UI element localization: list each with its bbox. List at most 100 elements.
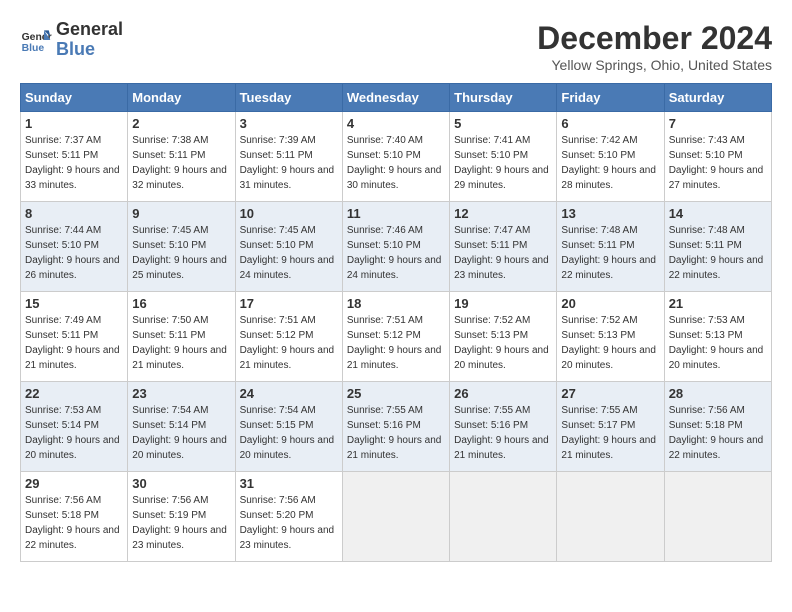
day-info: Sunrise: 7:51 AMSunset: 5:12 PMDaylight:… (240, 315, 335, 371)
day-number: 4 (347, 116, 445, 131)
day-number: 9 (132, 206, 230, 221)
day-number: 7 (669, 116, 767, 131)
table-row: 25 Sunrise: 7:55 AMSunset: 5:16 PMDaylig… (342, 382, 449, 472)
day-number: 1 (25, 116, 123, 131)
day-info: Sunrise: 7:48 AMSunset: 5:11 PMDaylight:… (669, 225, 764, 281)
table-row: 8 Sunrise: 7:44 AMSunset: 5:10 PMDayligh… (21, 202, 128, 292)
calendar-week-row: 15 Sunrise: 7:49 AMSunset: 5:11 PMDaylig… (21, 292, 772, 382)
day-info: Sunrise: 7:53 AMSunset: 5:13 PMDaylight:… (669, 315, 764, 371)
table-row: 3 Sunrise: 7:39 AMSunset: 5:11 PMDayligh… (235, 112, 342, 202)
day-info: Sunrise: 7:39 AMSunset: 5:11 PMDaylight:… (240, 135, 335, 191)
day-info: Sunrise: 7:45 AMSunset: 5:10 PMDaylight:… (132, 225, 227, 281)
day-number: 25 (347, 386, 445, 401)
table-row (450, 472, 557, 562)
table-row: 10 Sunrise: 7:45 AMSunset: 5:10 PMDaylig… (235, 202, 342, 292)
day-number: 30 (132, 476, 230, 491)
day-number: 19 (454, 296, 552, 311)
day-number: 22 (25, 386, 123, 401)
table-row: 2 Sunrise: 7:38 AMSunset: 5:11 PMDayligh… (128, 112, 235, 202)
day-number: 24 (240, 386, 338, 401)
table-row: 28 Sunrise: 7:56 AMSunset: 5:18 PMDaylig… (664, 382, 771, 472)
day-info: Sunrise: 7:48 AMSunset: 5:11 PMDaylight:… (561, 225, 656, 281)
day-number: 31 (240, 476, 338, 491)
table-row: 13 Sunrise: 7:48 AMSunset: 5:11 PMDaylig… (557, 202, 664, 292)
title-block: December 2024 Yellow Springs, Ohio, Unit… (537, 20, 772, 73)
table-row: 21 Sunrise: 7:53 AMSunset: 5:13 PMDaylig… (664, 292, 771, 382)
table-row: 18 Sunrise: 7:51 AMSunset: 5:12 PMDaylig… (342, 292, 449, 382)
day-number: 5 (454, 116, 552, 131)
day-info: Sunrise: 7:56 AMSunset: 5:18 PMDaylight:… (669, 405, 764, 461)
month-title: December 2024 (537, 20, 772, 57)
calendar-header-row: Sunday Monday Tuesday Wednesday Thursday… (21, 84, 772, 112)
table-row: 5 Sunrise: 7:41 AMSunset: 5:10 PMDayligh… (450, 112, 557, 202)
table-row: 26 Sunrise: 7:55 AMSunset: 5:16 PMDaylig… (450, 382, 557, 472)
location: Yellow Springs, Ohio, United States (537, 57, 772, 73)
day-info: Sunrise: 7:56 AMSunset: 5:20 PMDaylight:… (240, 495, 335, 551)
day-info: Sunrise: 7:56 AMSunset: 5:18 PMDaylight:… (25, 495, 120, 551)
col-friday: Friday (557, 84, 664, 112)
table-row: 4 Sunrise: 7:40 AMSunset: 5:10 PMDayligh… (342, 112, 449, 202)
table-row: 6 Sunrise: 7:42 AMSunset: 5:10 PMDayligh… (557, 112, 664, 202)
day-number: 23 (132, 386, 230, 401)
day-info: Sunrise: 7:45 AMSunset: 5:10 PMDaylight:… (240, 225, 335, 281)
day-info: Sunrise: 7:49 AMSunset: 5:11 PMDaylight:… (25, 315, 120, 371)
day-number: 10 (240, 206, 338, 221)
table-row: 17 Sunrise: 7:51 AMSunset: 5:12 PMDaylig… (235, 292, 342, 382)
calendar-week-row: 8 Sunrise: 7:44 AMSunset: 5:10 PMDayligh… (21, 202, 772, 292)
day-number: 8 (25, 206, 123, 221)
day-info: Sunrise: 7:38 AMSunset: 5:11 PMDaylight:… (132, 135, 227, 191)
day-number: 27 (561, 386, 659, 401)
calendar-week-row: 22 Sunrise: 7:53 AMSunset: 5:14 PMDaylig… (21, 382, 772, 472)
table-row: 30 Sunrise: 7:56 AMSunset: 5:19 PMDaylig… (128, 472, 235, 562)
day-number: 14 (669, 206, 767, 221)
day-info: Sunrise: 7:40 AMSunset: 5:10 PMDaylight:… (347, 135, 442, 191)
day-info: Sunrise: 7:43 AMSunset: 5:10 PMDaylight:… (669, 135, 764, 191)
day-info: Sunrise: 7:50 AMSunset: 5:11 PMDaylight:… (132, 315, 227, 371)
logo-icon: General Blue (20, 24, 52, 56)
col-tuesday: Tuesday (235, 84, 342, 112)
table-row: 9 Sunrise: 7:45 AMSunset: 5:10 PMDayligh… (128, 202, 235, 292)
day-number: 28 (669, 386, 767, 401)
logo-text: General Blue (56, 20, 123, 60)
day-number: 21 (669, 296, 767, 311)
day-number: 2 (132, 116, 230, 131)
day-number: 20 (561, 296, 659, 311)
day-info: Sunrise: 7:52 AMSunset: 5:13 PMDaylight:… (454, 315, 549, 371)
day-number: 15 (25, 296, 123, 311)
day-number: 11 (347, 206, 445, 221)
day-number: 6 (561, 116, 659, 131)
calendar-week-row: 29 Sunrise: 7:56 AMSunset: 5:18 PMDaylig… (21, 472, 772, 562)
day-info: Sunrise: 7:53 AMSunset: 5:14 PMDaylight:… (25, 405, 120, 461)
day-number: 26 (454, 386, 552, 401)
table-row: 16 Sunrise: 7:50 AMSunset: 5:11 PMDaylig… (128, 292, 235, 382)
day-number: 29 (25, 476, 123, 491)
table-row: 23 Sunrise: 7:54 AMSunset: 5:14 PMDaylig… (128, 382, 235, 472)
day-info: Sunrise: 7:42 AMSunset: 5:10 PMDaylight:… (561, 135, 656, 191)
day-info: Sunrise: 7:51 AMSunset: 5:12 PMDaylight:… (347, 315, 442, 371)
table-row: 19 Sunrise: 7:52 AMSunset: 5:13 PMDaylig… (450, 292, 557, 382)
day-info: Sunrise: 7:54 AMSunset: 5:15 PMDaylight:… (240, 405, 335, 461)
day-info: Sunrise: 7:47 AMSunset: 5:11 PMDaylight:… (454, 225, 549, 281)
day-info: Sunrise: 7:37 AMSunset: 5:11 PMDaylight:… (25, 135, 120, 191)
table-row: 27 Sunrise: 7:55 AMSunset: 5:17 PMDaylig… (557, 382, 664, 472)
table-row: 31 Sunrise: 7:56 AMSunset: 5:20 PMDaylig… (235, 472, 342, 562)
day-info: Sunrise: 7:55 AMSunset: 5:16 PMDaylight:… (454, 405, 549, 461)
day-number: 17 (240, 296, 338, 311)
day-number: 13 (561, 206, 659, 221)
table-row: 29 Sunrise: 7:56 AMSunset: 5:18 PMDaylig… (21, 472, 128, 562)
table-row: 11 Sunrise: 7:46 AMSunset: 5:10 PMDaylig… (342, 202, 449, 292)
table-row (664, 472, 771, 562)
table-row: 12 Sunrise: 7:47 AMSunset: 5:11 PMDaylig… (450, 202, 557, 292)
col-saturday: Saturday (664, 84, 771, 112)
day-info: Sunrise: 7:54 AMSunset: 5:14 PMDaylight:… (132, 405, 227, 461)
day-info: Sunrise: 7:41 AMSunset: 5:10 PMDaylight:… (454, 135, 549, 191)
table-row: 24 Sunrise: 7:54 AMSunset: 5:15 PMDaylig… (235, 382, 342, 472)
table-row: 22 Sunrise: 7:53 AMSunset: 5:14 PMDaylig… (21, 382, 128, 472)
col-sunday: Sunday (21, 84, 128, 112)
table-row: 7 Sunrise: 7:43 AMSunset: 5:10 PMDayligh… (664, 112, 771, 202)
day-info: Sunrise: 7:52 AMSunset: 5:13 PMDaylight:… (561, 315, 656, 371)
day-info: Sunrise: 7:55 AMSunset: 5:16 PMDaylight:… (347, 405, 442, 461)
table-row: 20 Sunrise: 7:52 AMSunset: 5:13 PMDaylig… (557, 292, 664, 382)
day-number: 3 (240, 116, 338, 131)
table-row: 15 Sunrise: 7:49 AMSunset: 5:11 PMDaylig… (21, 292, 128, 382)
